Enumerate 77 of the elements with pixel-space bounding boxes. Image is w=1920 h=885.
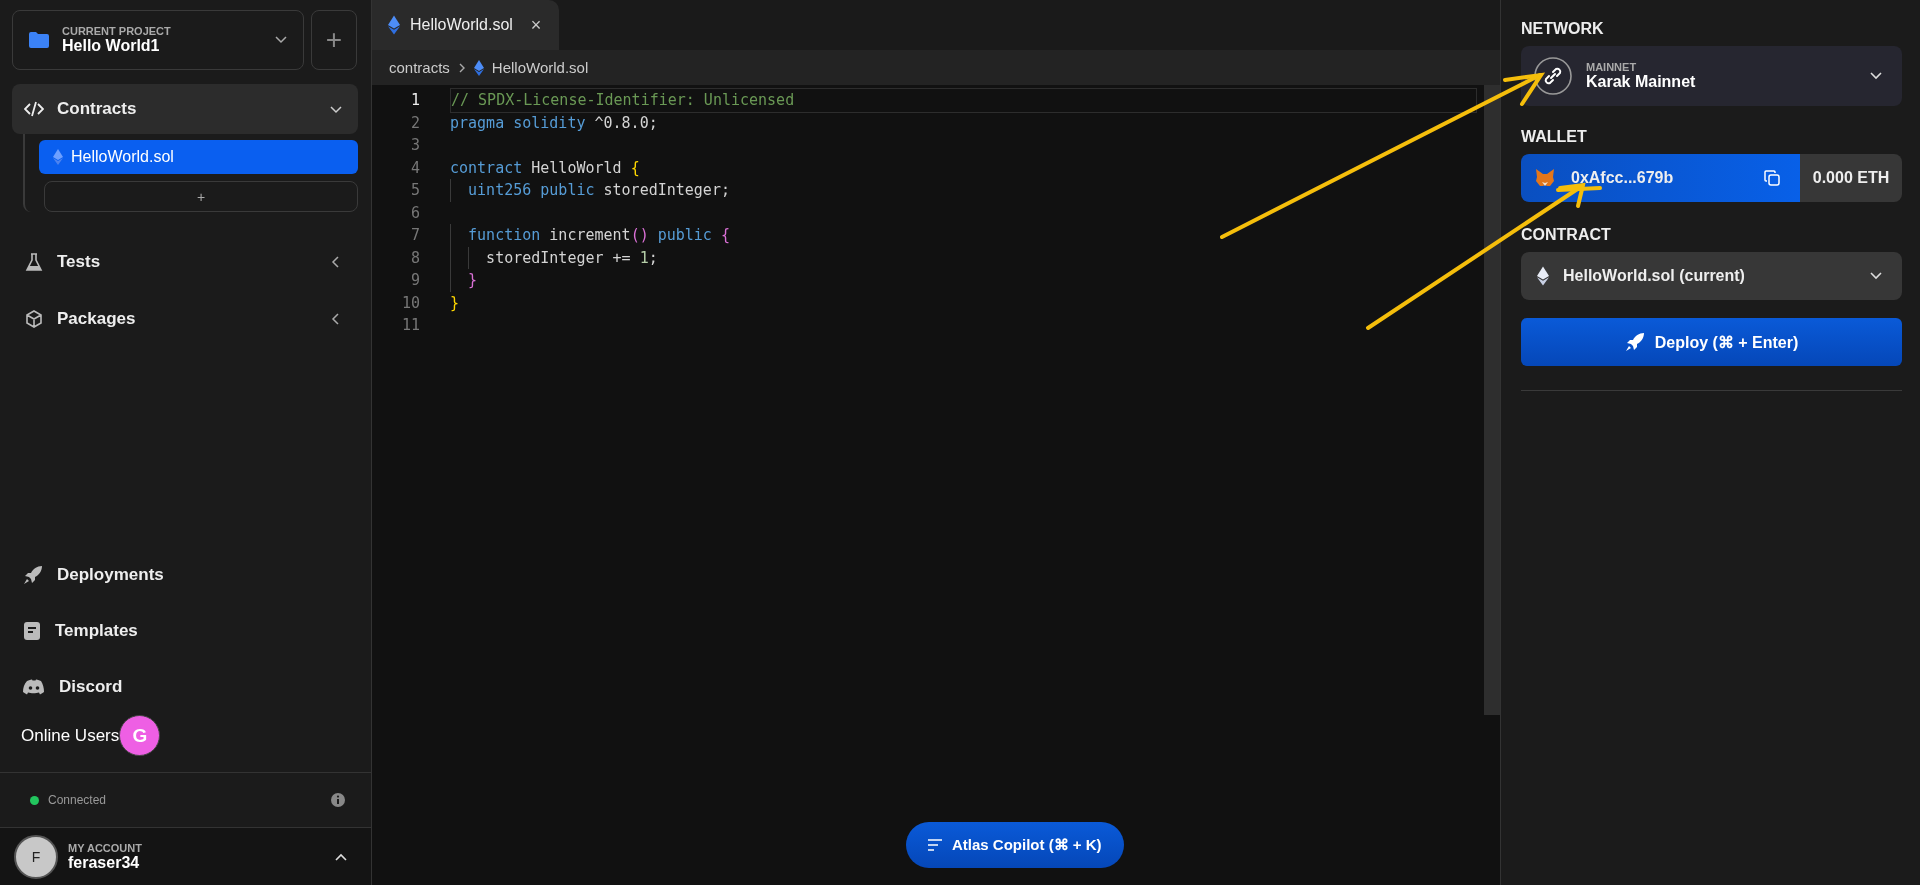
line-number: 8 [409,248,420,267]
contract-selector[interactable]: HelloWorld.sol (current) [1521,252,1902,300]
code-line: } [450,293,460,312]
code-line: storedInteger += 1; [485,248,658,267]
line-number: 1 [409,91,420,110]
code-line: function increment() public { [467,226,730,245]
ethereum-icon [1537,266,1549,286]
close-icon[interactable]: × [530,14,542,36]
code-line: // SPDX-License-Identifier: Unlicensed [451,91,795,110]
chevron-down-icon [330,103,342,115]
project-selector[interactable]: CURRENT PROJECT Hello World1 [12,10,304,70]
contract-label: CONTRACT [1521,226,1612,244]
chevron-down-icon [275,36,287,44]
editor-tab[interactable]: HelloWorld.sol × [372,0,560,50]
code-line: contract HelloWorld { [450,158,640,177]
wallet-balance: 0.000 ETH [1800,154,1902,202]
rocket-icon [1624,332,1645,352]
lines-icon [928,839,942,851]
line-number: 4 [409,158,420,177]
ethereum-icon [388,15,400,35]
deploy-button[interactable]: Deploy (⌘ + Enter) [1521,318,1902,366]
project-name: Hello World1 [62,37,161,55]
flask-icon [24,252,44,272]
account-bar[interactable]: F MY ACCOUNT feraser34 [0,828,371,885]
line-number: 5 [409,181,420,200]
add-file-button[interactable]: + [44,181,358,212]
add-project-button[interactable]: + [311,10,357,70]
file-item[interactable]: HelloWorld.sol [39,140,358,174]
scrollbar[interactable] [1484,85,1500,715]
chevron-right-icon [457,62,466,73]
sidebar-section[interactable]: Contracts [12,84,358,134]
code-line: uint256 public storedInteger; [467,181,730,200]
line-number: 10 [400,293,420,312]
wallet-label: WALLET [1521,128,1588,146]
online-users-label: Online Users [21,725,120,746]
copy-icon[interactable] [1764,170,1780,186]
chevron-down-icon [1870,72,1882,80]
breadcrumb-item[interactable]: HelloWorld.sol [491,59,589,76]
ethereum-icon [53,149,63,165]
account-avatar: F [14,834,58,879]
folder-icon [28,31,50,49]
line-number: 9 [409,271,420,290]
code-line: pragma solidity ^0.8.0; [450,113,658,132]
line-number: 7 [409,226,420,245]
sidebar-section[interactable]: Tests [12,237,358,287]
rocket-icon [23,565,43,585]
info-icon[interactable] [331,793,345,807]
network-selector[interactable]: MAINNET Karak Mainnet [1521,46,1902,106]
account-caption: MY ACCOUNT [68,841,143,854]
network-name: Karak Mainnet [1586,73,1697,91]
fox-icon [1535,169,1555,187]
sidebar-link[interactable]: Discord [0,659,371,715]
sidebar-link[interactable]: Deployments [0,547,371,603]
chevron-down-icon [1870,272,1882,280]
link-icon [1534,57,1572,95]
chevron-left-icon [330,313,342,325]
sidebar-link[interactable]: Templates [0,603,371,659]
line-number: 6 [409,203,420,222]
code-line: } [467,271,478,290]
sidebar-section[interactable]: Packages [12,294,358,344]
wallet-address-field[interactable]: 0xAfcc...679b [1521,154,1800,202]
copilot-button[interactable]: Atlas Copilot (⌘ + K) [906,822,1124,868]
line-number: 11 [400,316,420,335]
network-caption: MAINNET [1586,61,1638,73]
chevron-left-icon [330,256,342,268]
network-label: NETWORK [1521,20,1605,38]
ethereum-icon [473,59,484,76]
box-icon [24,309,44,329]
code-icon [24,101,44,117]
account-name: feraser34 [68,853,141,872]
connection-status: Connected [48,793,108,807]
discord-icon [23,679,45,695]
line-number: 3 [409,136,420,155]
project-caption: CURRENT PROJECT [62,25,172,37]
document-icon [23,621,41,641]
breadcrumb-item[interactable]: contracts [389,59,450,76]
line-number: 2 [409,113,420,132]
